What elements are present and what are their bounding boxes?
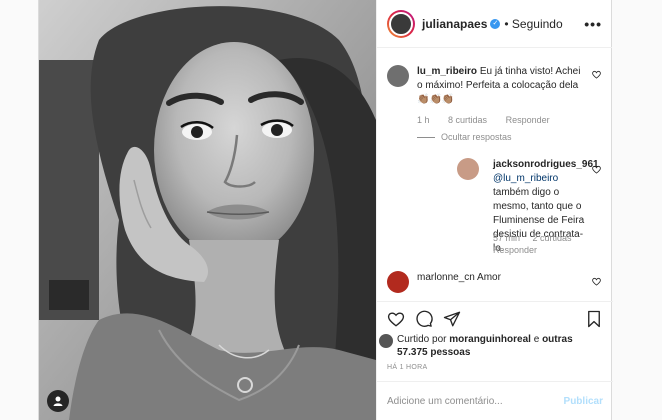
comment-username[interactable]: marlonne_cn [417,272,475,283]
comment-mention[interactable]: @lu_m_ribeiro [493,173,558,184]
publish-button[interactable]: Publicar [564,396,603,407]
add-comment-bar: Publicar [377,381,613,420]
comment-item: lu_m_ribeiro Eu já tinha visto! Achei o … [377,49,613,159]
comment-likes[interactable]: 8 curtidas [448,115,487,125]
reply-button[interactable]: Responder [493,245,537,255]
reply-button[interactable]: Responder [506,115,550,125]
comment-avatar[interactable] [387,271,409,293]
comment-text: também digo o mesmo, tanto que o Flumine… [493,187,585,254]
post-dialog: julianapaes ✓ • Seguindo ••• lu_m_ribeir… [38,0,613,420]
portrait-image [39,0,376,420]
bookmark-icon[interactable] [585,310,603,328]
likes-summary: Curtido por moranguinhoreal e outras 57.… [397,334,573,358]
comment-username[interactable]: lu_m_ribeiro [417,66,477,77]
header-username[interactable]: julianapaes [422,17,487,31]
heart-icon[interactable] [592,165,601,174]
comment-username[interactable]: jacksonrodrigues_961 [493,159,599,170]
comment-likes[interactable]: 2 curtidas [533,233,572,243]
more-icon[interactable]: ••• [584,16,602,32]
comment-input[interactable] [387,395,564,407]
comment-avatar[interactable] [387,65,409,87]
post-timestamp: HÁ 1 HORA [387,364,428,371]
heart-icon[interactable] [387,310,405,328]
comment-avatar[interactable] [457,158,479,180]
comment-item: marlonne_cn Amor [377,267,613,301]
share-icon[interactable] [443,310,461,328]
liker-username[interactable]: moranguinhoreal [449,334,531,345]
comments-list: lu_m_ribeiro Eu já tinha visto! Achei o … [377,49,613,301]
hide-replies-button[interactable]: Ocultar respostas [417,132,512,142]
post-header: julianapaes ✓ • Seguindo ••• [377,0,612,48]
verified-icon: ✓ [490,18,501,29]
liker-avatar[interactable] [379,334,393,348]
avatar[interactable] [387,9,415,38]
post-photo[interactable] [39,0,376,420]
follow-status[interactable]: • Seguindo [504,17,562,31]
comment-icon[interactable] [415,310,433,328]
comment-time: 1 h [417,115,430,125]
post-side-panel: julianapaes ✓ • Seguindo ••• lu_m_ribeir… [376,0,613,420]
comment-reply-item: jacksonrodrigues_961 @lu_m_ribeiro també… [377,153,613,263]
heart-icon[interactable] [592,277,601,286]
comment-time: 57 min [493,233,521,243]
comment-text: Amor [477,272,501,283]
user-tag-icon[interactable] [47,390,69,412]
action-bar [377,301,613,337]
heart-icon[interactable] [592,70,601,79]
